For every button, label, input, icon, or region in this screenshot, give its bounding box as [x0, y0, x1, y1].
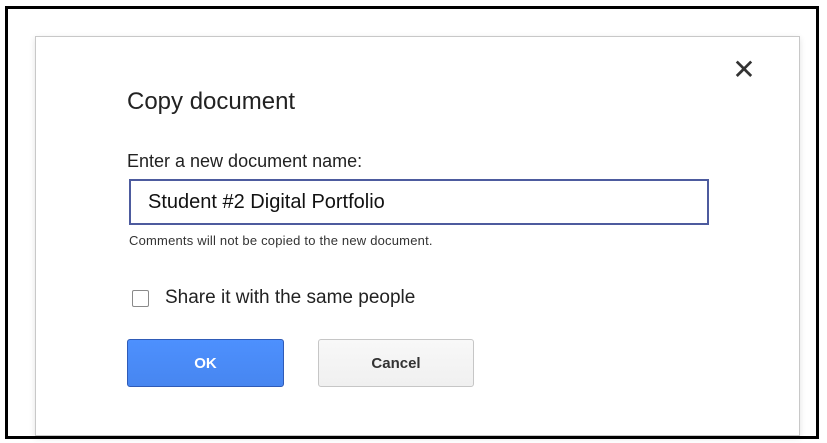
- ok-button[interactable]: OK: [127, 339, 284, 387]
- close-icon[interactable]: ✕: [732, 56, 756, 84]
- document-name-label: Enter a new document name:: [127, 151, 363, 171]
- share-checkbox[interactable]: [132, 289, 149, 307]
- comments-note: Comments will not be copied to the new d…: [129, 233, 433, 248]
- dialog-title: Copy document: [127, 88, 296, 115]
- cancel-button[interactable]: Cancel: [318, 339, 474, 387]
- share-option-row[interactable]: Share it with the same people: [132, 285, 415, 311]
- document-name-input[interactable]: [129, 179, 709, 225]
- share-checkbox-label[interactable]: Share it with the same people: [165, 287, 415, 309]
